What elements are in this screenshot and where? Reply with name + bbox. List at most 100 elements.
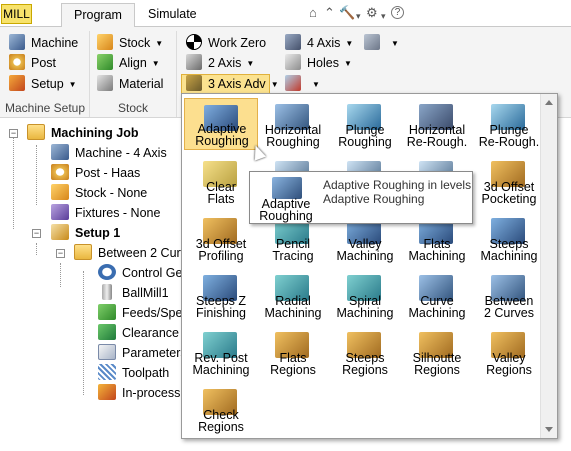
gallery-item-silhoutte-regions[interactable]: Silhoutte Regions <box>400 326 474 378</box>
align-icon <box>97 54 113 70</box>
setup-icon <box>9 75 25 91</box>
gallery-item-label: Spiral Machining <box>336 294 394 320</box>
gallery-item-label: Steeps Machining <box>480 237 538 263</box>
tools-button[interactable]: ▼ <box>285 75 320 93</box>
four-axis-button[interactable]: 4 Axis ▼ <box>285 34 353 52</box>
gallery-item-3d-offset-profiling[interactable]: 3d Offset Profiling <box>184 212 258 264</box>
stock-button[interactable]: Stock ▼ <box>97 34 163 52</box>
scroll-up-icon[interactable] <box>545 100 553 105</box>
setup-button[interactable]: Setup ▼ <box>9 75 77 93</box>
tree-item-parameters[interactable]: Parameters <box>98 343 187 363</box>
tree-item-fixtures[interactable]: Fixtures - None <box>51 203 160 223</box>
material-button[interactable]: Material <box>97 75 163 93</box>
gallery-item-plunge-roughing[interactable]: Plunge Roughing <box>328 98 402 150</box>
tree-item-clearance[interactable]: Clearance <box>98 323 179 343</box>
gallery-item-label: Steeps Regions <box>342 351 388 377</box>
tree-item-setup[interactable]: Setup 1 <box>51 223 120 243</box>
scroll-down-icon[interactable] <box>545 427 553 432</box>
gallery-item-steeps-z-finishing[interactable]: Steeps Z Finishing <box>184 269 258 321</box>
clearance-icon <box>98 324 116 340</box>
gallery-item-label: Valley Machining <box>336 237 394 263</box>
gallery-item-label: Silhoutte Regions <box>412 351 462 377</box>
gallery-item-check-regions[interactable]: Check Regions <box>184 383 258 435</box>
ballmill-icon <box>102 284 112 300</box>
toolpath-gallery: Adaptive Roughing Horizontal Roughing Plun… <box>181 93 558 439</box>
gallery-item-label: Horizontal Re-Rough. <box>406 123 468 149</box>
chevron-up-icon[interactable]: ⌃ <box>324 6 335 20</box>
tree-item-control-geometry[interactable]: Control Ge <box>98 263 182 283</box>
tree-item-toolpath[interactable]: Toolpath <box>98 363 169 383</box>
two-axis-button[interactable]: 2 Axis ▼ <box>186 54 254 72</box>
gallery-item-rev-post-machining[interactable]: Rev. Post Machining <box>184 326 258 378</box>
holes-button[interactable]: Holes ▼ <box>285 54 352 72</box>
gallery-item-label: Adaptive Roughing <box>195 122 249 148</box>
tab-bar: MILL Program Simulate ⌂ ⌃ 🔨 ▾ ⚙ ▾ ? <box>0 0 571 27</box>
tree-item-feeds-speeds[interactable]: Feeds/Spee <box>98 303 189 323</box>
gear-icon[interactable]: ⚙ <box>366 6 378 20</box>
chevron-down-icon: ▼ <box>151 59 160 68</box>
gallery-item-clear-flats[interactable]: Clear Flats <box>184 155 258 207</box>
home-icon[interactable]: ⌂ <box>309 6 317 20</box>
gallery-item-plunge-re-rough[interactable]: Plunge Re-Rough. <box>472 98 546 150</box>
gallery-item-steeps-machining[interactable]: Steeps Machining <box>472 212 546 264</box>
in-process-icon <box>98 384 116 400</box>
gallery-item-3d-offset-pocketing[interactable]: 3d Offset Pocketing <box>472 155 546 207</box>
align-button[interactable]: Align ▼ <box>97 54 160 72</box>
hammer-icon[interactable]: 🔨 <box>339 6 355 20</box>
tree-item-machine[interactable]: Machine - 4 Axis <box>51 143 167 163</box>
gallery-item-curve-machining[interactable]: Curve Machining <box>400 269 474 321</box>
tree-item-machining-job[interactable]: Machining Job <box>27 123 139 143</box>
tool-options-button[interactable]: ▼ <box>364 34 399 52</box>
gallery-item-adaptive-roughing[interactable]: Adaptive Roughing <box>184 98 258 150</box>
gallery-item-horizontal-roughing[interactable]: Horizontal Roughing <box>256 98 330 150</box>
tree-guide <box>60 263 61 287</box>
parameters-icon <box>98 344 116 360</box>
tab-simulate[interactable]: Simulate <box>136 3 209 27</box>
adaptive-roughing-icon <box>272 177 302 199</box>
stock-icon <box>97 34 113 50</box>
chevron-down-icon: ▼ <box>345 39 354 48</box>
gallery-item-label: Valley Regions <box>486 351 532 377</box>
machine-icon <box>9 34 25 50</box>
gallery-item-label: Horizontal Roughing <box>264 123 322 149</box>
chevron-down-icon: ▼ <box>155 39 164 48</box>
tab-program[interactable]: Program <box>61 3 135 27</box>
gallery-item-flats-regions[interactable]: Flats Regions <box>256 326 330 378</box>
tree-item-ballmill[interactable]: BallMill1 <box>98 283 169 303</box>
tooltip-description: Adaptive Roughing <box>323 192 425 206</box>
tree-item-post[interactable]: Post - Haas <box>51 163 140 183</box>
holes-icon <box>285 54 301 70</box>
post-button[interactable]: Post <box>9 54 56 72</box>
help-icon[interactable]: ? <box>391 6 404 19</box>
chevron-down-icon: ▼ <box>343 59 352 68</box>
gallery-item-spiral-machining[interactable]: Spiral Machining <box>328 269 402 321</box>
three-axis-adv-button[interactable]: 3 Axis Adv ▼ <box>181 74 279 95</box>
dropdown-icon[interactable]: ▾ <box>381 9 386 23</box>
tooltip-title: Adaptive Roughing in levels <box>323 178 472 192</box>
gallery-item-radial-machining[interactable]: Radial Machining <box>256 269 330 321</box>
chevron-down-icon: ▼ <box>391 39 399 48</box>
mill-button[interactable]: MILL <box>1 4 32 24</box>
dropdown-icon[interactable]: ▾ <box>356 9 361 23</box>
control-geometry-icon <box>98 264 116 280</box>
collapse-toggle[interactable]: − <box>56 249 65 258</box>
chevron-down-icon: ▼ <box>68 80 77 89</box>
gallery-item-between-2-curves[interactable]: Between 2 Curves <box>472 269 546 321</box>
work-zero-icon <box>186 34 202 50</box>
gallery-item-valley-regions[interactable]: Valley Regions <box>472 326 546 378</box>
gallery-item-steeps-regions[interactable]: Steeps Regions <box>328 326 402 378</box>
collapse-toggle[interactable]: − <box>32 229 41 238</box>
tree-item-in-process[interactable]: In-process <box>98 383 180 403</box>
post-icon <box>9 54 25 70</box>
tree-item-between-curves[interactable]: Between 2 Curv <box>74 243 187 263</box>
gallery-item-horizontal-re-rough[interactable]: Horizontal Re-Rough. <box>400 98 474 150</box>
gallery-scrollbar[interactable] <box>540 94 557 438</box>
four-axis-icon <box>285 34 301 50</box>
tree-item-stock[interactable]: Stock - None <box>51 183 147 203</box>
collapse-toggle[interactable]: − <box>9 129 18 138</box>
gallery-item-label: Plunge Roughing <box>338 123 392 149</box>
work-zero-button[interactable]: Work Zero <box>186 34 266 52</box>
three-axis-icon <box>186 75 202 91</box>
machine-button[interactable]: Machine <box>9 34 78 52</box>
gallery-item-label: Flats Regions <box>270 351 316 377</box>
